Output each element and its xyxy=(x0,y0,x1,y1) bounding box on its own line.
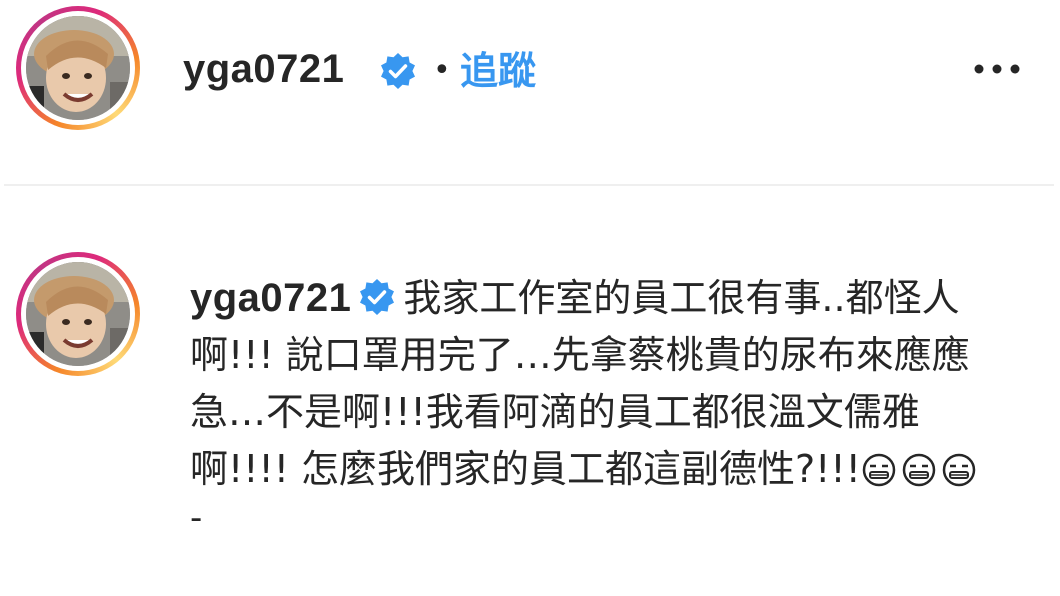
divider xyxy=(4,184,1054,186)
comment-body: yga0721 我家工作室的員工很有事..都怪人啊!!! 說口罩用完了…先拿蔡桃… xyxy=(190,270,990,538)
emoji-group xyxy=(861,447,981,491)
expressionless-face-emoji-icon xyxy=(942,453,976,487)
profile-photo-icon xyxy=(26,262,130,366)
avatar[interactable] xyxy=(26,16,130,120)
comment-trailing-dash: - xyxy=(190,498,203,538)
profile-photo-icon xyxy=(26,16,130,120)
comment-avatar[interactable] xyxy=(26,262,130,366)
verified-badge-icon xyxy=(360,279,395,315)
comment-avatar-story-ring[interactable] xyxy=(16,252,140,376)
more-options-icon[interactable] xyxy=(972,62,1022,76)
verified-badge-icon xyxy=(381,53,415,89)
avatar-story-ring[interactable] xyxy=(16,6,140,130)
comment-username[interactable]: yga0721 xyxy=(190,276,351,320)
post-header: yga0721 • 追蹤 xyxy=(0,0,1060,140)
header-username[interactable]: yga0721 xyxy=(183,44,344,94)
follow-button[interactable]: 追蹤 xyxy=(460,46,536,96)
expressionless-face-emoji-icon xyxy=(862,453,896,487)
separator-dot: • xyxy=(433,53,451,88)
expressionless-face-emoji-icon xyxy=(902,453,936,487)
